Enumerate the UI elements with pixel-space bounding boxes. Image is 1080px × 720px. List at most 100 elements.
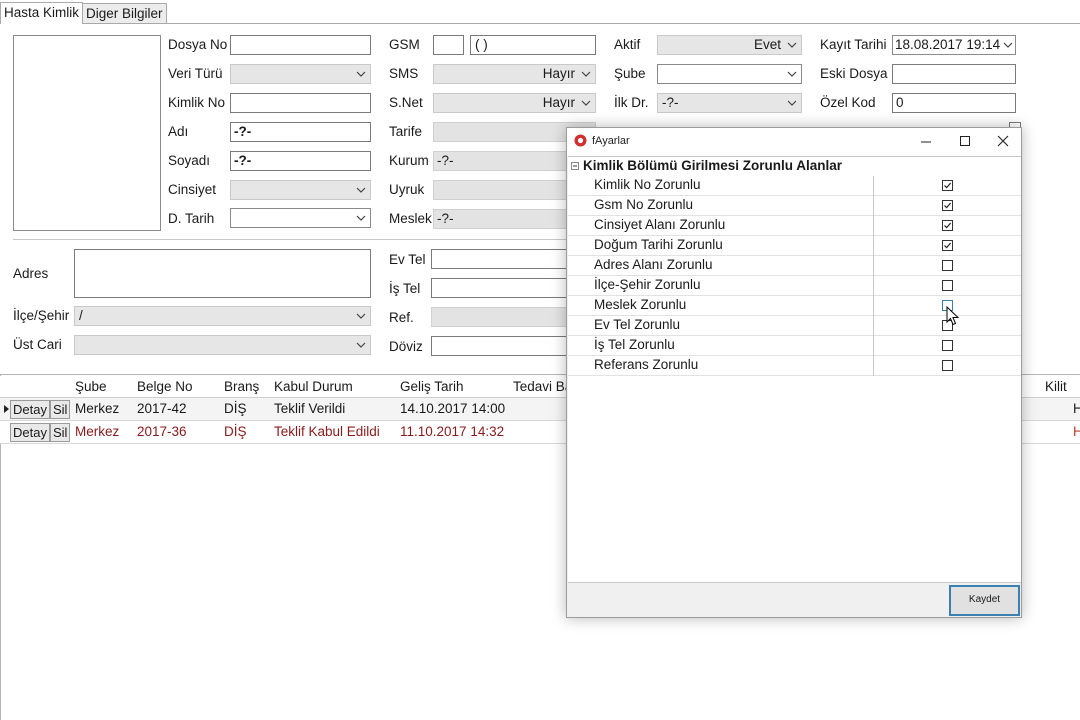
close-icon[interactable]	[997, 135, 1009, 147]
gsm-code-input[interactable]	[433, 35, 464, 55]
soyadi-input[interactable]: -?-	[230, 151, 371, 171]
section-title: Kimlik Bölümü Girilmesi Zorunlu Alanlar	[583, 158, 843, 173]
kimlik-no-input[interactable]	[230, 93, 371, 113]
chevron-down-icon	[356, 71, 366, 77]
adi-input[interactable]: -?-	[230, 122, 371, 142]
adres-textarea[interactable]	[74, 249, 371, 298]
property-label: Gsm No Zorunlu	[594, 197, 694, 212]
required-checkbox[interactable]	[942, 200, 953, 211]
sil-button[interactable]: Sil	[50, 400, 71, 419]
kayit-tarihi-label: Kayıt Tarihi	[820, 37, 887, 52]
required-checkbox[interactable]	[942, 280, 953, 291]
aktif-label: Aktif	[614, 37, 641, 52]
property-row[interactable]: Cinsiyet Alanı Zorunlu	[568, 216, 1021, 236]
sube-select[interactable]	[657, 64, 802, 84]
property-row[interactable]: Kimlik No Zorunlu	[568, 176, 1021, 196]
required-checkbox[interactable]	[942, 360, 953, 371]
tarife-label: Tarife	[389, 124, 423, 139]
chevron-down-icon	[787, 100, 797, 106]
col-header-tedavi[interactable]: Tedavi Ba	[513, 379, 572, 394]
aktif-value: Evet	[753, 37, 781, 52]
property-label: Meslek Zorunlu	[594, 297, 687, 312]
adres-label: Adres	[13, 266, 49, 281]
patient-photo-box[interactable]	[13, 35, 161, 231]
collapse-icon[interactable]	[571, 162, 579, 170]
property-label: Adres Alanı Zorunlu	[594, 257, 713, 272]
property-column-divider	[873, 176, 874, 376]
chevron-down-icon	[1003, 42, 1013, 48]
gsm-number-input[interactable]: ( )	[470, 35, 596, 55]
property-grid[interactable]: Kimlik Bölümü Girilmesi Zorunlu Alanlar …	[568, 156, 1021, 583]
detay-button[interactable]: Detay	[10, 400, 50, 419]
ust-cari-select[interactable]	[74, 335, 371, 355]
property-row[interactable]: Gsm No Zorunlu	[568, 196, 1021, 216]
tab-hasta-kimlik[interactable]: Hasta Kimlik	[0, 2, 84, 24]
col-header-gelis-tarih[interactable]: Geliş Tarih	[400, 379, 464, 394]
is-tel-label: İş Tel	[389, 281, 421, 296]
ilce-sehir-label: İlçe/Şehir	[13, 308, 70, 323]
ilk-dr-select[interactable]: -?-	[657, 93, 802, 113]
app-icon	[574, 134, 587, 147]
property-label: Ev Tel Zorunlu	[594, 317, 681, 332]
cell-sube: Merkez	[75, 401, 120, 416]
minimize-icon[interactable]	[920, 136, 932, 148]
ilk-dr-value: -?-	[662, 95, 679, 110]
settings-dialog[interactable]: fAyarlar Kimlik Bölümü Girilmesi Zorunlu…	[566, 127, 1022, 618]
sube-label: Şube	[614, 66, 646, 81]
cinsiyet-select[interactable]	[230, 180, 371, 200]
detay-button[interactable]: Detay	[10, 423, 50, 442]
kaydet-button[interactable]: Kaydet	[949, 585, 1020, 616]
cell-kabul-durum: Teklif Verildi	[274, 401, 346, 416]
eski-dosya-label: Eski Dosya	[820, 66, 888, 81]
ozel-kod-input[interactable]: 0	[892, 93, 1016, 113]
property-label: İlçe-Şehir Zorunlu	[594, 277, 701, 292]
tab-divider	[0, 23, 1080, 24]
eski-dosya-input[interactable]	[892, 64, 1016, 84]
meslek-label: Meslek	[389, 211, 432, 226]
maximize-icon[interactable]	[959, 135, 971, 147]
property-rows: Kimlik No Zorunlu Gsm No Zorunlu Cinsiyet …	[568, 176, 1021, 376]
cell-kilit: H	[1073, 424, 1080, 439]
property-label: Cinsiyet Alanı Zorunlu	[594, 217, 726, 232]
dialog-titlebar[interactable]: fAyarlar	[567, 128, 1021, 156]
property-label: Doğum Tarihi Zorunlu	[594, 237, 723, 252]
aktif-select[interactable]: Evet	[657, 35, 802, 55]
dosya-no-input[interactable]	[230, 35, 371, 55]
chevron-down-icon	[787, 71, 797, 77]
ilce-sehir-select[interactable]: /	[74, 306, 371, 326]
kayit-tarihi-value: 18.08.2017 19:14	[895, 37, 1001, 52]
ozel-kod-label: Özel Kod	[820, 95, 876, 110]
cell-kabul-durum: Teklif Kabul Edildi	[274, 424, 380, 439]
chevron-down-icon	[581, 100, 591, 106]
required-checkbox[interactable]	[942, 240, 953, 251]
property-row[interactable]: Adres Alanı Zorunlu	[568, 256, 1021, 276]
dosya-no-label: Dosya No	[168, 37, 228, 52]
ev-tel-label: Ev Tel	[389, 252, 426, 267]
chevron-down-icon	[356, 313, 366, 319]
property-row[interactable]: İlçe-Şehir Zorunlu	[568, 276, 1021, 296]
d-tarih-picker[interactable]	[230, 208, 371, 228]
ilce-sehir-value: /	[79, 308, 83, 323]
required-checkbox[interactable]	[942, 180, 953, 191]
required-checkbox[interactable]	[942, 220, 953, 231]
veri-turu-select[interactable]	[230, 64, 371, 84]
kayit-tarihi-picker[interactable]: 18.08.2017 19:14	[892, 35, 1016, 55]
property-section-header[interactable]: Kimlik Bölümü Girilmesi Zorunlu Alanlar	[568, 157, 1021, 176]
col-header-sube[interactable]: Şube	[75, 379, 107, 394]
property-row[interactable]: Referans Zorunlu	[568, 356, 1021, 376]
kimlik-no-label: Kimlik No	[168, 95, 226, 110]
chevron-down-icon	[787, 42, 797, 48]
cell-belge-no: 2017-42	[137, 401, 187, 416]
property-row[interactable]: Doğum Tarihi Zorunlu	[568, 236, 1021, 256]
required-checkbox[interactable]	[942, 340, 953, 351]
col-header-kabul-durum[interactable]: Kabul Durum	[274, 379, 353, 394]
col-header-belge-no[interactable]: Belge No	[137, 379, 193, 394]
property-row[interactable]: İş Tel Zorunlu	[568, 336, 1021, 356]
col-header-brans[interactable]: Branş	[224, 379, 259, 394]
sil-button[interactable]: Sil	[50, 423, 71, 442]
sms-select[interactable]: Hayır	[433, 64, 596, 84]
snet-select[interactable]: Hayır	[433, 93, 596, 113]
required-checkbox[interactable]	[942, 260, 953, 271]
col-header-kilit[interactable]: Kilit	[1045, 379, 1067, 394]
tab-diger-bilgiler[interactable]: Diger Bilgiler	[82, 3, 167, 23]
